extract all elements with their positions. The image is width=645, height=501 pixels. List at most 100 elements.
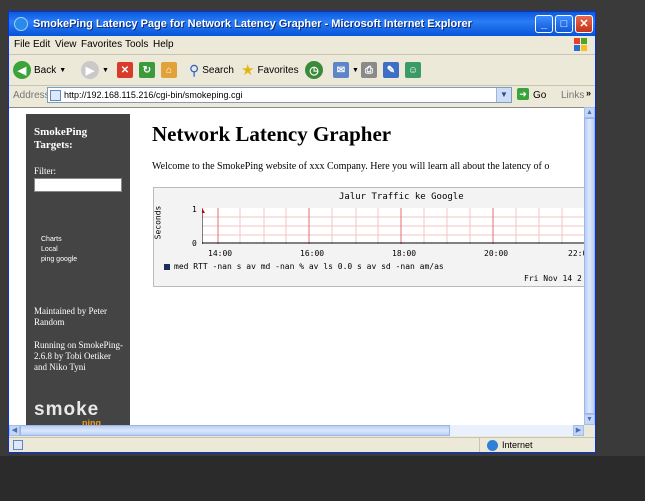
status-bar: Internet (9, 437, 595, 452)
graph-legend: med RTT -nan s av md -nan % av ls 0.0 s … (164, 262, 444, 271)
page-status-icon (13, 440, 23, 450)
scroll-left-icon[interactable]: ◀ (9, 425, 20, 436)
graph-x-tick: 14:00 (208, 249, 233, 258)
messenger-icon: ☺ (405, 62, 421, 78)
search-button[interactable]: ⚲ Search (189, 60, 234, 80)
filter-input[interactable] (34, 178, 122, 192)
print-icon: ⎙ (361, 62, 377, 78)
close-button[interactable]: ✕ (575, 15, 593, 33)
refresh-button[interactable]: ↻ (139, 60, 155, 80)
history-button[interactable]: ◷ (305, 60, 323, 80)
favorites-label: Favorites (257, 64, 299, 76)
sidebar-item-charts[interactable]: Charts (41, 236, 62, 243)
sidebar-item-local[interactable]: Local (41, 246, 58, 253)
filter-label: Filter: (34, 166, 56, 176)
scroll-right-icon[interactable]: ▶ (573, 425, 584, 436)
sidebar-item-ping-google[interactable]: ping google (41, 256, 77, 263)
mail-button[interactable]: ✉ ▼ (333, 60, 359, 80)
scroll-down-icon[interactable]: ▼ (584, 414, 595, 425)
ie-icon (14, 17, 28, 31)
internet-globe-icon (487, 440, 498, 451)
refresh-icon: ↻ (139, 62, 155, 78)
horizontal-scroll-thumb[interactable] (20, 425, 450, 436)
graph-y-tick: 1 (192, 205, 197, 214)
security-zone-label: Internet (502, 440, 533, 450)
legend-text: med RTT -nan s av md -nan % av ls 0.0 s … (174, 262, 444, 271)
forward-button[interactable]: ▶ ▼ (81, 60, 109, 80)
menu-view[interactable]: View (55, 39, 77, 50)
address-dropdown-icon[interactable]: ▼ (496, 88, 511, 102)
graph-x-tick: 18:00 (392, 249, 417, 258)
vertical-scrollbar[interactable]: ▲ ▼ (584, 107, 595, 425)
sidebar-targets-title: SmokePing Targets: (34, 126, 88, 151)
back-arrow-icon: ◀ (13, 61, 31, 79)
graph-title: Jalur Traffic ke Google (339, 192, 464, 202)
latency-graph[interactable]: Jalur Traffic ke Google Seconds 1 0 14:0… (153, 187, 584, 287)
desktop-bottom-strip (0, 456, 645, 501)
standard-toolbar: ◀ Back ▼ ▶ ▼ ✕ ↻ ⌂ ⚲ Search ★ Favorites … (9, 55, 595, 86)
logo-smoke-text: smoke (34, 399, 100, 420)
forward-arrow-icon: ▶ (81, 61, 99, 79)
windows-logo-icon (574, 38, 587, 51)
graph-x-tick: 16:00 (300, 249, 325, 258)
menu-help[interactable]: Help (153, 39, 174, 50)
menu-edit[interactable]: Edit (33, 39, 50, 50)
scroll-up-icon[interactable]: ▲ (584, 107, 595, 118)
menu-tools[interactable]: Tools (125, 39, 148, 50)
graph-plot-area (199, 208, 584, 244)
running-on-text: Running on SmokePing-2.6.8 by Tobi Oetik… (34, 340, 124, 372)
mail-dropdown-icon: ▼ (352, 66, 359, 74)
back-label: Back (34, 64, 57, 76)
graph-grid (199, 208, 584, 244)
graph-date: Fri Nov 14 2 (524, 274, 582, 283)
sidebar: SmokePing Targets: Filter: Charts Local … (26, 114, 130, 426)
messenger-button[interactable]: ☺ (405, 60, 421, 80)
smokeping-logo[interactable]: smoke ping (34, 399, 101, 426)
title-bar[interactable]: SmokePing Latency Page for Network Laten… (9, 12, 595, 36)
menu-favorites[interactable]: Favorites (81, 39, 122, 50)
graph-y-tick: 0 (192, 239, 197, 248)
graph-y-axis-label: Seconds (153, 205, 163, 240)
legend-swatch (164, 263, 170, 270)
menu-bar: File Edit View Favorites Tools Help (9, 36, 595, 55)
history-icon: ◷ (305, 61, 323, 79)
page-icon (50, 90, 61, 101)
menu-file[interactable]: File (14, 39, 30, 50)
page-content: SmokePing Targets: Filter: Charts Local … (9, 107, 584, 426)
minimize-button[interactable]: _ (535, 15, 553, 33)
print-button[interactable]: ⎙ (361, 60, 377, 80)
favorites-star-icon: ★ (241, 62, 255, 79)
vertical-scroll-thumb[interactable] (584, 118, 595, 414)
links-button[interactable]: Links (561, 90, 584, 101)
horizontal-scrollbar[interactable]: ◀ ▶ (9, 425, 584, 436)
home-icon: ⌂ (161, 62, 177, 78)
graph-x-tick: 22:00 (568, 249, 584, 258)
mail-icon: ✉ (333, 62, 349, 78)
links-chevron-icon[interactable]: » (586, 88, 591, 98)
window-title: SmokePing Latency Page for Network Laten… (33, 18, 472, 30)
search-icon: ⚲ (189, 61, 200, 78)
maximize-button[interactable]: □ (555, 15, 573, 33)
maintained-by-text: Maintained by Peter Random (34, 306, 107, 327)
go-arrow-icon[interactable]: ➜ (517, 88, 529, 100)
page-title: Network Latency Grapher (152, 122, 392, 146)
back-button[interactable]: ◀ Back ▼ (13, 60, 66, 80)
status-divider (479, 438, 480, 452)
forward-dropdown-icon: ▼ (102, 66, 109, 74)
browser-window: SmokePing Latency Page for Network Laten… (8, 11, 596, 453)
edit-button[interactable]: ✎ (383, 60, 399, 80)
home-button[interactable]: ⌂ (161, 60, 177, 80)
back-dropdown-icon: ▼ (59, 66, 67, 74)
favorites-button[interactable]: ★ Favorites (241, 60, 299, 80)
edit-icon: ✎ (383, 62, 399, 78)
stop-icon: ✕ (117, 62, 133, 78)
go-button[interactable]: Go (533, 90, 546, 101)
graph-x-tick: 20:00 (484, 249, 509, 258)
address-label: Address (13, 90, 50, 101)
stop-button[interactable]: ✕ (117, 60, 133, 80)
address-url: http://192.168.115.216/cgi-bin/smokeping… (64, 90, 243, 100)
address-input[interactable]: http://192.168.115.216/cgi-bin/smokeping… (47, 87, 512, 103)
address-bar: Address http://192.168.115.216/cgi-bin/s… (9, 86, 595, 106)
search-label: Search (202, 64, 234, 76)
welcome-text: Welcome to the SmokePing website of xxx … (152, 161, 550, 172)
